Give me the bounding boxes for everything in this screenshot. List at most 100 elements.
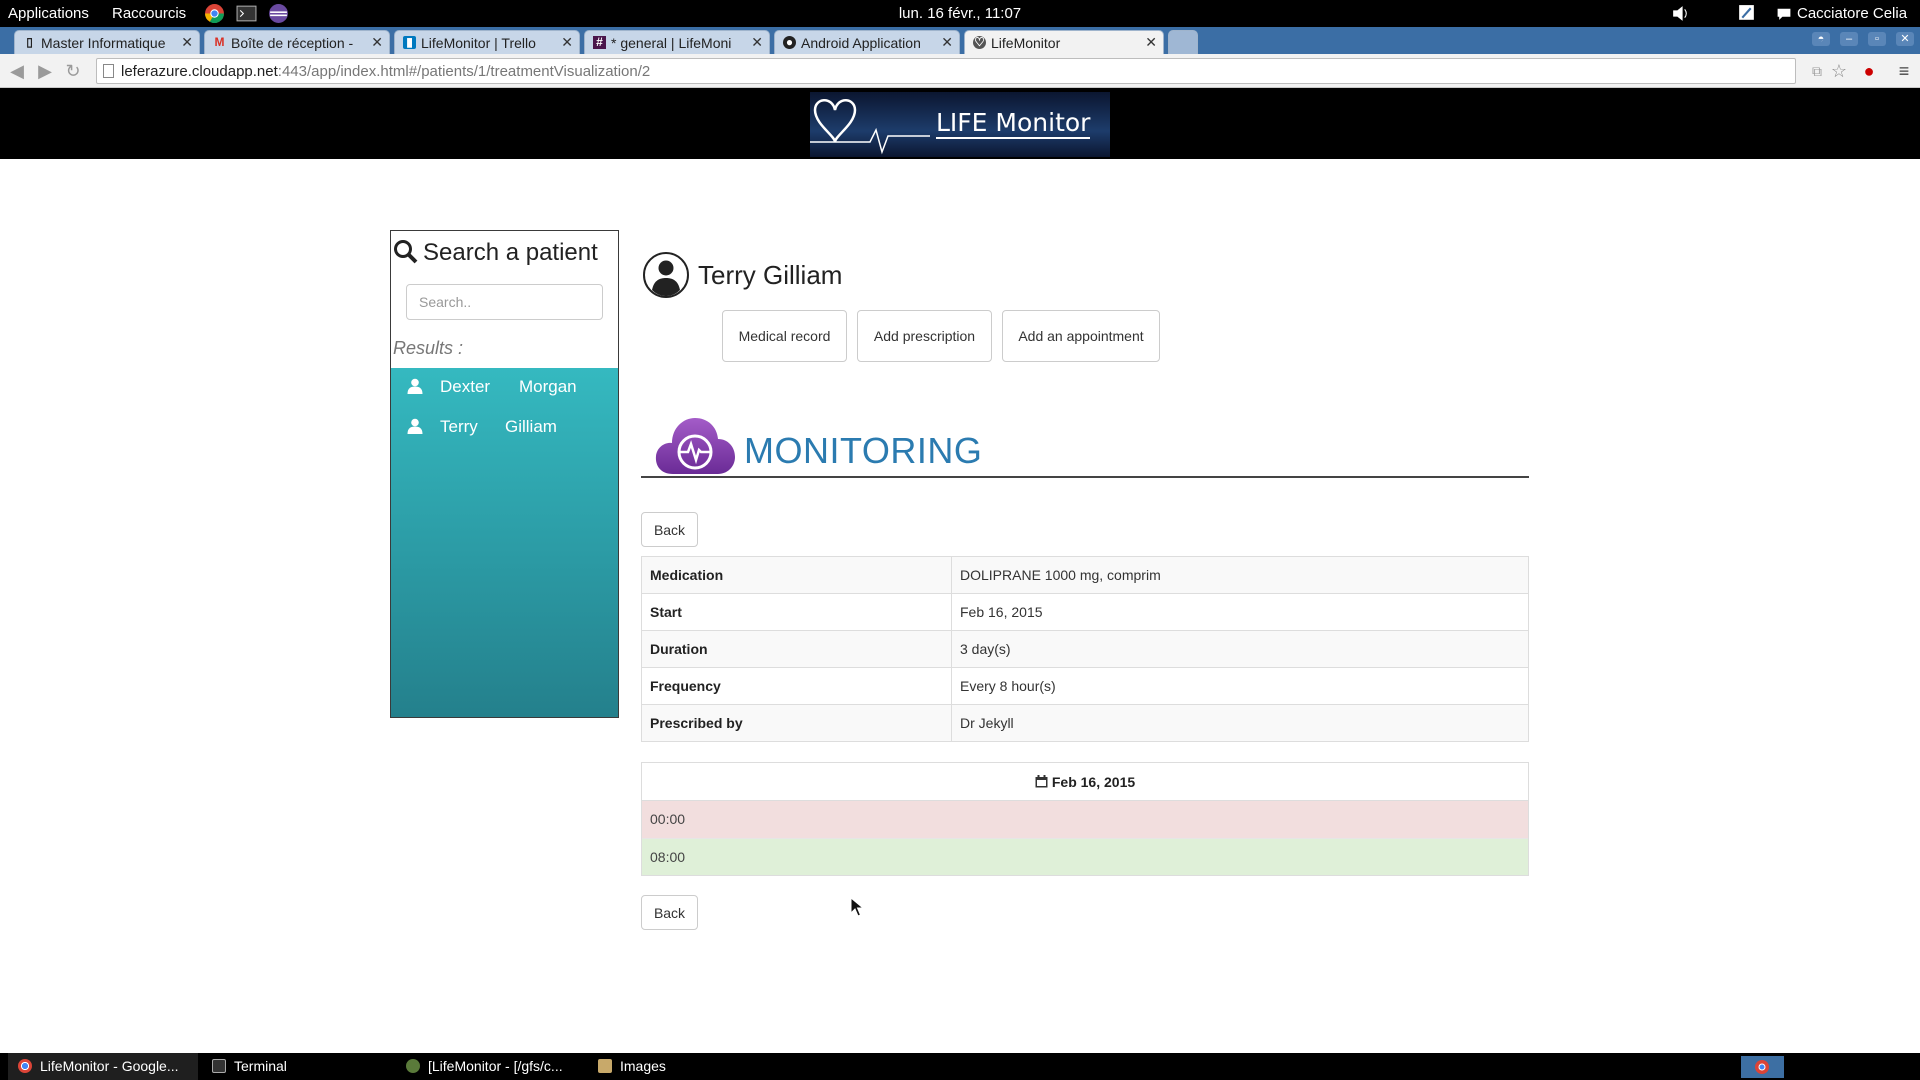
address-bar[interactable]: leferazure.cloudapp.net:443/app/index.ht… (96, 58, 1796, 84)
github-icon: ● (783, 36, 796, 49)
patient-name: Terry Gilliam (698, 260, 843, 290)
taskbar-label: Images (620, 1058, 666, 1074)
lifemonitor-logo[interactable]: LIFE Monitor (810, 92, 1110, 157)
monitoring-title: MONITORING (744, 430, 983, 471)
url-host: leferazure.cloudapp.net (121, 63, 278, 80)
maximize-icon[interactable]: ▫ (1868, 32, 1886, 46)
schedule-date-header: Feb 16, 2015 (642, 763, 1528, 801)
taskbar-item-eclipse[interactable]: [LifeMonitor - [/gfs/c... (406, 1053, 586, 1080)
taskbar-label: LifeMonitor - Google... (40, 1058, 179, 1074)
slot-time: 00:00 (650, 811, 686, 827)
forward-arrow-icon[interactable]: ▶ (34, 60, 56, 82)
url-text[interactable]: leferazure.cloudapp.net:443/app/index.ht… (121, 63, 650, 80)
tab-label: * general | LifeMoni (611, 35, 732, 51)
tab-close-icon[interactable]: ✕ (941, 34, 953, 51)
logo-text: LIFE Monitor (936, 108, 1091, 139)
browser-tab-strip: ▯ Master Informatique ✕ M Boîte de récep… (0, 27, 1920, 54)
back-button-bottom[interactable]: Back (641, 895, 698, 930)
back-arrow-icon[interactable]: ◀ (6, 60, 28, 82)
user-menu[interactable]: Cacciatore Celia (1797, 5, 1907, 22)
chrome-icon (18, 1059, 32, 1073)
taskbar-label: Terminal (234, 1058, 287, 1074)
detail-value: 3 day(s) (951, 630, 1529, 668)
new-tab-button[interactable] (1168, 30, 1198, 54)
result-last-name: Gilliam (505, 417, 557, 436)
schedule-slot-missed: 00:00 (642, 801, 1528, 838)
detail-key: Frequency (641, 667, 952, 705)
taskbar: LifeMonitor - Google... Terminal [LifeMo… (0, 1053, 1920, 1080)
user-icon (407, 378, 423, 394)
accessibility-icon[interactable] (1736, 3, 1757, 24)
chrome-workspace-icon (1755, 1060, 1769, 1074)
taskbar-item-terminal[interactable]: Terminal (212, 1053, 392, 1080)
tab-slack[interactable]: # * general | LifeMoni ✕ (584, 30, 770, 54)
folder-icon (598, 1059, 612, 1073)
tab-close-icon[interactable]: ✕ (181, 34, 193, 51)
tab-label: LifeMonitor | Trello (421, 35, 536, 51)
tab-github[interactable]: ● Android Application ✕ (774, 30, 960, 54)
system-top-bar: Applications Raccourcis lun. 16 févr., 1… (0, 0, 1920, 27)
taskbar-item-chrome[interactable]: LifeMonitor - Google... (8, 1053, 198, 1080)
eclipse-icon (406, 1059, 420, 1073)
profile-icon[interactable]: ◓ (1812, 32, 1830, 46)
reload-icon[interactable]: ↻ (62, 60, 84, 82)
menu-icon[interactable]: ≡ (1893, 60, 1915, 82)
patient-avatar (643, 252, 689, 298)
bookmark-star-icon[interactable]: ☆ (1828, 60, 1850, 82)
mouse-cursor-icon (850, 897, 864, 917)
section-divider (641, 476, 1529, 478)
volume-icon[interactable] (1670, 3, 1691, 24)
result-last-name: Morgan (519, 377, 577, 396)
tab-close-icon[interactable]: ✕ (751, 34, 763, 51)
url-path: :443/app/index.html#/patients/1/treatmen… (277, 63, 651, 80)
schedule-date: Feb 16, 2015 (1051, 774, 1136, 790)
patient-search-input[interactable] (406, 284, 603, 320)
medical-record-button[interactable]: Medical record (722, 310, 847, 362)
tab-trello[interactable]: ▮ LifeMonitor | Trello ✕ (394, 30, 580, 54)
add-appointment-button[interactable]: Add an appointment (1002, 310, 1160, 362)
clock[interactable]: lun. 16 févr., 11:07 (0, 5, 1920, 22)
result-first-name: Terry (440, 417, 478, 436)
adblock-icon[interactable]: ● (1858, 60, 1880, 82)
terminal-icon (212, 1059, 226, 1073)
trello-icon: ▮ (403, 36, 416, 49)
result-item-terry-gilliam[interactable]: Terry Gilliam (391, 408, 618, 444)
tab-gmail[interactable]: M Boîte de réception - ✕ (204, 30, 390, 54)
page-info-icon[interactable] (103, 64, 114, 78)
tab-lifemonitor[interactable]: ♡ LifeMonitor ✕ (964, 30, 1164, 54)
add-prescription-button[interactable]: Add prescription (857, 310, 992, 362)
tab-close-icon[interactable]: ✕ (371, 34, 383, 51)
schedule-slot-taken: 08:00 (642, 838, 1528, 875)
back-button[interactable]: Back (641, 512, 698, 547)
slack-icon: # (593, 36, 606, 49)
site-header: LIFE Monitor (0, 88, 1920, 159)
lifemonitor-icon: ♡ (973, 35, 986, 49)
detail-value: Dr Jekyll (951, 704, 1529, 742)
tab-label: Android Application (801, 35, 921, 51)
tab-close-icon[interactable]: ✕ (1145, 34, 1157, 51)
tab-master-informatique[interactable]: ▯ Master Informatique ✕ (14, 30, 200, 54)
detail-value: Feb 16, 2015 (951, 593, 1529, 631)
results-label: Results : (393, 338, 464, 358)
translate-icon[interactable]: ⧉ (1806, 60, 1828, 82)
page-icon: ▯ (26, 35, 33, 49)
slot-time: 08:00 (650, 849, 686, 865)
minimize-icon[interactable]: – (1840, 32, 1858, 46)
search-icon (394, 240, 418, 264)
detail-key: Prescribed by (641, 704, 952, 742)
results-list: Dexter Morgan Terry Gilliam (391, 368, 618, 717)
workspace-switcher[interactable] (1741, 1056, 1784, 1078)
result-item-dexter-morgan[interactable]: Dexter Morgan (391, 368, 618, 404)
table-row: Duration 3 day(s) (641, 630, 1529, 668)
taskbar-item-images[interactable]: Images (598, 1053, 778, 1080)
chat-icon[interactable] (1776, 3, 1792, 24)
intake-schedule: Feb 16, 2015 00:00 08:00 (641, 762, 1529, 876)
table-row: Medication DOLIPRANE 1000 mg, comprim (641, 556, 1529, 594)
result-first-name: Dexter (440, 377, 491, 396)
table-row: Frequency Every 8 hour(s) (641, 667, 1529, 705)
cloud-pulse-icon (655, 418, 735, 474)
search-panel-title: Search a patient (423, 239, 598, 266)
detail-key: Start (641, 593, 952, 631)
tab-close-icon[interactable]: ✕ (561, 34, 573, 51)
close-window-icon[interactable]: ✕ (1896, 32, 1914, 46)
